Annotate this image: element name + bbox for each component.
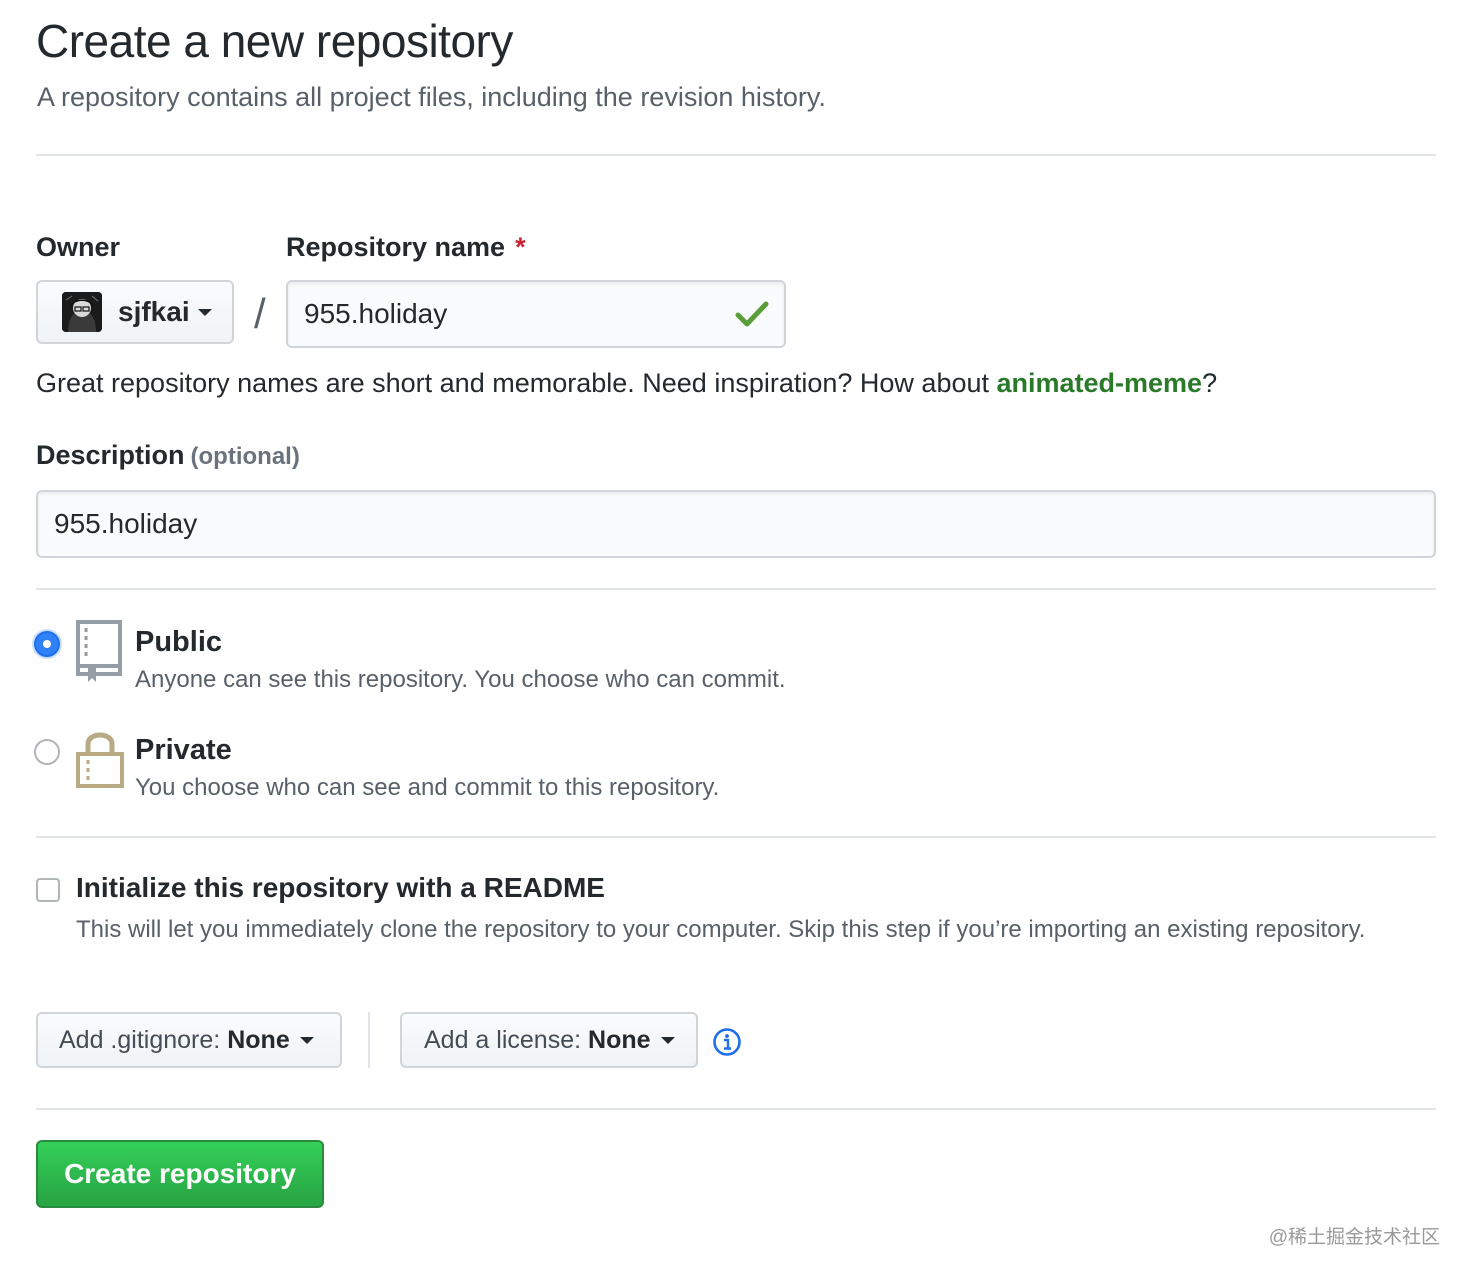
page-subtitle: A repository contains all project files,… [37, 82, 826, 113]
gitignore-value: None [227, 1026, 290, 1055]
public-option-desc: Anyone can see this repository. You choo… [135, 666, 786, 694]
lock-icon [74, 728, 126, 790]
readme-desc: This will let you immediately clone the … [76, 912, 1376, 948]
chevron-down-icon [300, 1037, 314, 1044]
avatar [62, 292, 102, 332]
private-option-title: Private [135, 734, 232, 767]
page-title: Create a new repository [36, 14, 513, 68]
check-icon [734, 296, 770, 332]
owner-label: Owner [36, 232, 120, 263]
divider [36, 154, 1436, 156]
repo-icon [74, 618, 126, 684]
repo-name-label-text: Repository name [286, 232, 505, 262]
public-radio[interactable] [34, 631, 60, 657]
required-mark: * [515, 232, 526, 262]
owner-repo-separator: / [254, 290, 266, 338]
private-option-desc: You choose who can see and commit to thi… [135, 774, 719, 802]
repo-name-label: Repository name * [286, 232, 526, 263]
chevron-down-icon [661, 1037, 675, 1044]
repo-name-hint: Great repository names are short and mem… [36, 368, 1217, 399]
public-option-title: Public [135, 626, 222, 659]
description-label: Description(optional) [36, 440, 300, 471]
hint-text: Great repository names are short and mem… [36, 368, 997, 398]
owner-name: sjfkai [118, 296, 190, 328]
suggested-name-link[interactable]: animated-meme [997, 368, 1203, 398]
repo-name-input[interactable] [286, 280, 786, 348]
watermark: @稀土掘金技术社区 [1269, 1222, 1440, 1249]
license-value: None [588, 1026, 651, 1055]
gitignore-select[interactable]: Add .gitignore:None [36, 1012, 342, 1068]
description-input[interactable] [36, 490, 1436, 558]
readme-title: Initialize this repository with a README [76, 872, 605, 904]
description-label-text: Description [36, 440, 185, 470]
owner-select[interactable]: sjfkai [36, 280, 234, 344]
readme-checkbox[interactable] [36, 878, 60, 902]
hint-suffix: ? [1202, 368, 1217, 398]
vertical-divider [368, 1012, 370, 1068]
optional-hint: (optional) [191, 443, 300, 470]
create-repository-button[interactable]: Create repository [36, 1140, 324, 1208]
info-icon[interactable] [712, 1027, 742, 1057]
divider [36, 836, 1436, 838]
divider [36, 1108, 1436, 1110]
private-radio[interactable] [34, 739, 60, 765]
license-select[interactable]: Add a license:None [400, 1012, 698, 1068]
gitignore-prefix: Add .gitignore: [59, 1026, 220, 1055]
divider [36, 588, 1436, 590]
license-prefix: Add a license: [424, 1026, 581, 1055]
chevron-down-icon [198, 309, 212, 316]
